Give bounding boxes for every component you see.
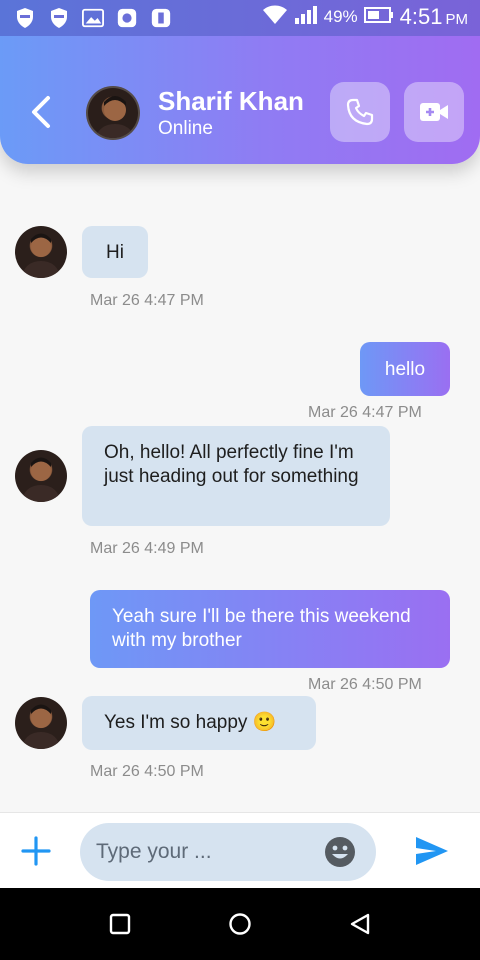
attach-button[interactable] bbox=[20, 835, 52, 867]
status-bar: 49% 4:51 PM bbox=[0, 0, 480, 36]
clock: 4:51 PM bbox=[399, 4, 468, 29]
notification-icons bbox=[14, 6, 172, 30]
signal-icon bbox=[294, 5, 318, 30]
image-icon bbox=[82, 6, 104, 30]
plus-icon bbox=[21, 836, 51, 866]
system-navigation-bar bbox=[0, 888, 480, 960]
message-timestamp: Mar 26 4:47 PM bbox=[90, 292, 204, 309]
contact-name: Sharif Khan bbox=[158, 86, 304, 116]
video-camera-icon bbox=[420, 103, 448, 121]
message-timestamp: Mar 26 4:49 PM bbox=[90, 540, 204, 557]
triangle-back-icon bbox=[350, 913, 370, 935]
contact-avatar[interactable] bbox=[86, 86, 140, 140]
incoming-message: Oh, hello! All perfectly fine I'm just h… bbox=[82, 426, 390, 526]
app-icon bbox=[150, 6, 172, 30]
contact-avatar bbox=[15, 697, 67, 749]
incoming-message: Hi bbox=[82, 226, 148, 278]
app-icon bbox=[116, 6, 138, 30]
voice-call-button[interactable] bbox=[330, 82, 390, 142]
message-timestamp: Mar 26 4:50 PM bbox=[90, 763, 204, 780]
emoji-button[interactable] bbox=[324, 836, 356, 868]
message-timestamp: Mar 26 4:50 PM bbox=[308, 676, 422, 693]
battery-percent: 49% bbox=[323, 7, 358, 26]
message-composer bbox=[0, 812, 480, 888]
message-input[interactable] bbox=[96, 823, 316, 881]
shield-icon bbox=[14, 6, 36, 30]
system-icons: 49% 4:51 PM bbox=[262, 4, 468, 30]
home-button[interactable] bbox=[228, 912, 252, 936]
wifi-icon bbox=[262, 5, 288, 30]
contact-status: Online bbox=[158, 118, 213, 139]
contact-avatar bbox=[15, 226, 67, 278]
chevron-left-icon bbox=[32, 96, 50, 128]
back-button[interactable] bbox=[26, 92, 58, 132]
incoming-message: Yes I'm so happy 🙂 bbox=[82, 696, 316, 750]
outgoing-message: hello bbox=[360, 342, 450, 396]
shield-icon bbox=[48, 6, 70, 30]
message-input-container bbox=[80, 823, 376, 881]
back-nav-button[interactable] bbox=[348, 912, 372, 936]
battery-icon bbox=[363, 6, 394, 29]
outgoing-message: Yeah sure I'll be there this weekend wit… bbox=[90, 590, 450, 668]
circle-icon bbox=[229, 913, 251, 935]
contact-avatar bbox=[15, 450, 67, 502]
send-button[interactable] bbox=[414, 835, 450, 867]
square-icon bbox=[109, 913, 131, 935]
message-timestamp: Mar 26 4:47 PM bbox=[308, 404, 422, 421]
send-icon bbox=[416, 837, 448, 865]
emoji-icon bbox=[325, 837, 355, 867]
recent-apps-button[interactable] bbox=[108, 912, 132, 936]
phone-icon bbox=[346, 98, 374, 126]
chat-header: 49% 4:51 PM Sharif Khan Online bbox=[0, 0, 480, 164]
video-call-button[interactable] bbox=[404, 82, 464, 142]
